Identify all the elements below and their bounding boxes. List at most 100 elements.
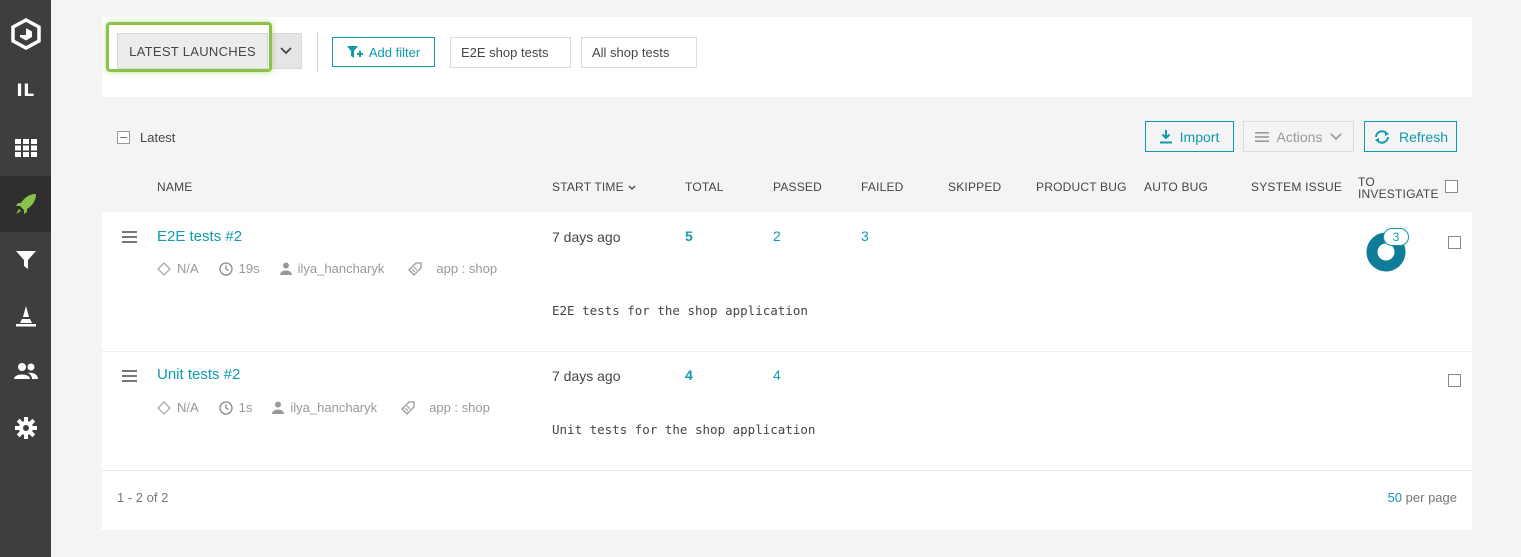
start-time: 7 days ago bbox=[552, 229, 621, 245]
members-icon bbox=[13, 363, 38, 379]
column-header-skipped[interactable]: SKIPPED bbox=[948, 180, 1001, 194]
debug-icon bbox=[15, 306, 36, 327]
refresh-icon bbox=[1374, 129, 1389, 144]
settings-gear-icon bbox=[14, 417, 37, 439]
total-count[interactable]: 5 bbox=[685, 228, 693, 244]
launches-rocket-icon bbox=[15, 194, 36, 214]
to-investigate-count[interactable]: 3 bbox=[1383, 228, 1409, 246]
duration-value: 1s bbox=[238, 400, 253, 415]
column-header-to-investigate[interactable]: TO INVESTIGATE bbox=[1358, 176, 1439, 201]
attribute-value: app : shop bbox=[429, 400, 490, 415]
duration-value: 19s bbox=[238, 261, 260, 276]
import-label: Import bbox=[1179, 128, 1220, 145]
add-filter-icon bbox=[346, 45, 363, 58]
launch-name-link[interactable]: Unit tests #2 bbox=[157, 366, 240, 383]
sidebar-item-launches[interactable] bbox=[0, 176, 51, 232]
start-time-label: START TIME bbox=[552, 180, 624, 194]
defect-type: N/A bbox=[157, 261, 199, 276]
clock-icon bbox=[219, 400, 233, 415]
owner-value: ilya_hancharyk bbox=[297, 261, 385, 276]
column-header-name[interactable]: NAME bbox=[157, 180, 192, 194]
defect-type: N/A bbox=[157, 400, 199, 415]
per-page-label: per page bbox=[1405, 490, 1457, 505]
defect-value: N/A bbox=[177, 261, 199, 276]
column-header-total[interactable]: TOTAL bbox=[685, 180, 724, 194]
add-filter-label: Add filter bbox=[368, 44, 421, 60]
failed-count[interactable]: 3 bbox=[861, 228, 869, 244]
owner-value: ilya_hancharyk bbox=[290, 400, 378, 415]
import-button[interactable]: Import bbox=[1145, 121, 1234, 152]
sidebar-item-members[interactable] bbox=[0, 343, 51, 399]
sidebar-logo[interactable] bbox=[0, 6, 51, 62]
user-icon bbox=[272, 401, 285, 414]
start-time: 7 days ago bbox=[552, 368, 621, 384]
column-header-auto-bug[interactable]: AUTO BUG bbox=[1144, 180, 1208, 194]
launch-meta: N/A 1s ilya_hancharyk app : shop bbox=[157, 400, 510, 415]
filter-icon bbox=[15, 251, 36, 269]
passed-count[interactable]: 2 bbox=[773, 228, 781, 244]
sidebar-item-debug[interactable] bbox=[0, 288, 51, 344]
column-header-product-bug[interactable]: PRODUCT BUG bbox=[1036, 180, 1127, 194]
tag-icon bbox=[401, 400, 415, 415]
column-header-start-time[interactable]: START TIME bbox=[552, 180, 636, 194]
duration: 1s bbox=[219, 400, 253, 415]
actions-dropdown[interactable]: Actions bbox=[1243, 121, 1354, 152]
filter-panel bbox=[102, 17, 1472, 97]
menu-lines-icon bbox=[1254, 131, 1269, 142]
latest-checkbox[interactable] bbox=[117, 131, 130, 144]
table-row: E2E tests #2 N/A 19s ilya_hancharyk app … bbox=[102, 212, 1472, 351]
dashboard-grid-icon bbox=[14, 139, 37, 157]
latest-launches-button[interactable]: LATEST LAUNCHES bbox=[117, 33, 268, 69]
sidebar-project[interactable]: IL bbox=[0, 63, 51, 119]
launch-mode-dropdown[interactable] bbox=[270, 33, 302, 69]
filter-chip-all-shop-tests[interactable]: All shop tests bbox=[581, 37, 697, 68]
download-icon bbox=[1159, 129, 1172, 143]
logo-icon bbox=[10, 18, 41, 50]
launch-meta: N/A 19s ilya_hancharyk app : shop bbox=[157, 261, 517, 276]
owner[interactable]: ilya_hancharyk bbox=[272, 400, 377, 415]
row-menu-icon[interactable] bbox=[122, 370, 137, 385]
pager-divider bbox=[102, 470, 1472, 471]
row-checkbox[interactable] bbox=[1448, 236, 1461, 249]
per-page-value[interactable]: 50 bbox=[1388, 490, 1402, 505]
defect-value: N/A bbox=[177, 400, 199, 415]
column-header-system-issue[interactable]: SYSTEM ISSUE bbox=[1251, 180, 1342, 194]
sidebar-item-settings[interactable] bbox=[0, 400, 51, 456]
row-checkbox[interactable] bbox=[1448, 374, 1461, 387]
refresh-label: Refresh bbox=[1398, 128, 1449, 145]
attribute[interactable]: app : shop bbox=[401, 400, 490, 415]
sidebar-item-dashboards[interactable] bbox=[0, 120, 51, 176]
actions-label: Actions bbox=[1276, 128, 1323, 145]
owner[interactable]: ilya_hancharyk bbox=[279, 261, 385, 276]
passed-count[interactable]: 4 bbox=[773, 367, 781, 383]
launches-table: E2E tests #2 N/A 19s ilya_hancharyk app … bbox=[102, 212, 1472, 530]
select-all-checkbox[interactable] bbox=[1445, 180, 1458, 193]
launch-name-link[interactable]: E2E tests #2 bbox=[157, 228, 242, 245]
to-investigate-line2: INVESTIGATE bbox=[1358, 187, 1439, 201]
sidebar: IL bbox=[0, 0, 51, 557]
diamond-icon bbox=[157, 261, 171, 276]
table-row: Unit tests #2 N/A 1s ilya_hancharyk app … bbox=[102, 352, 1472, 470]
sort-chevron-icon bbox=[628, 185, 636, 190]
duration: 19s bbox=[219, 261, 260, 276]
launch-description: E2E tests for the shop application bbox=[552, 303, 808, 318]
diamond-icon bbox=[157, 400, 171, 415]
latest-label: Latest bbox=[140, 130, 176, 145]
column-header-failed[interactable]: FAILED bbox=[861, 180, 904, 194]
refresh-button[interactable]: Refresh bbox=[1364, 121, 1457, 152]
clock-icon bbox=[219, 261, 233, 276]
row-menu-icon[interactable] bbox=[122, 231, 137, 246]
filter-chip-e2e-shop-tests[interactable]: E2E shop tests bbox=[450, 37, 571, 68]
add-filter-button[interactable]: Add filter bbox=[332, 37, 435, 67]
chevron-down-icon bbox=[280, 47, 292, 55]
per-page-selector[interactable]: 50 per page bbox=[1388, 490, 1457, 505]
launch-description: Unit tests for the shop application bbox=[552, 422, 816, 437]
attribute-value: app : shop bbox=[436, 261, 498, 276]
project-initials: IL bbox=[16, 81, 35, 101]
filter-divider bbox=[317, 32, 318, 72]
attribute[interactable]: app : shop bbox=[408, 261, 497, 276]
user-icon bbox=[279, 262, 292, 275]
column-header-passed[interactable]: PASSED bbox=[773, 180, 822, 194]
sidebar-item-filters[interactable] bbox=[0, 232, 51, 288]
total-count[interactable]: 4 bbox=[685, 367, 693, 383]
